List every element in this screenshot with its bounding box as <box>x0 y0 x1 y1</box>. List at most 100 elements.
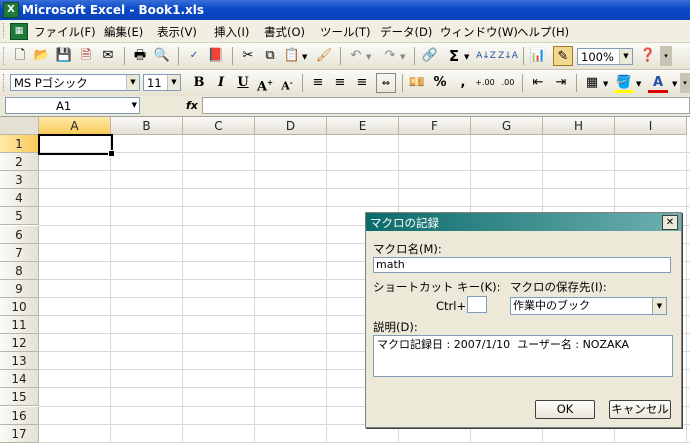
undo-icon[interactable]: ↶ <box>346 46 366 66</box>
row-header[interactable]: 11 <box>0 316 39 334</box>
column-header[interactable]: G <box>471 117 543 135</box>
redo-dropdown-icon[interactable]: ▼ <box>400 53 405 61</box>
row-header[interactable]: 4 <box>0 189 39 208</box>
font-color-icon[interactable]: A <box>648 73 668 93</box>
select-all-corner[interactable] <box>0 117 39 135</box>
row-header[interactable]: 16 <box>0 406 39 425</box>
workbook-icon[interactable]: ▦ <box>10 23 28 40</box>
menu-edit[interactable]: 編集(E) <box>104 24 143 40</box>
column-header[interactable]: A <box>39 117 111 135</box>
close-icon[interactable]: ✕ <box>662 215 678 230</box>
ok-button[interactable]: OK <box>535 400 595 419</box>
autosum-icon[interactable]: Σ <box>444 46 464 66</box>
font-size-select[interactable]: 11 ▼ <box>143 74 181 91</box>
toolbar-options-icon[interactable]: ▾ <box>660 46 672 66</box>
row-header[interactable]: 9 <box>0 279 39 298</box>
italic-icon[interactable]: I <box>211 73 231 93</box>
font-name-select[interactable]: MS Pゴシック ▼ <box>10 74 140 91</box>
save-icon[interactable]: 💾 <box>54 46 74 66</box>
fill-color-icon[interactable]: 🪣 <box>614 73 634 93</box>
email-icon[interactable]: ✉ <box>98 46 118 66</box>
paste-icon[interactable]: 📋 <box>282 46 302 66</box>
cut-icon[interactable]: ✂ <box>238 46 258 66</box>
toolbar-grip[interactable] <box>3 47 7 65</box>
zoom-select[interactable]: 100% ▼ <box>577 48 633 65</box>
row-header[interactable]: 8 <box>0 261 39 280</box>
row-header[interactable]: 7 <box>0 243 39 262</box>
column-header[interactable]: E <box>327 117 399 135</box>
format-painter-icon[interactable]: 🖌 <box>314 46 334 66</box>
menu-data[interactable]: データ(D) <box>380 24 432 40</box>
permission-icon[interactable]: 🗎 <box>76 46 96 66</box>
menu-insert[interactable]: 挿入(I) <box>214 24 249 40</box>
row-header[interactable]: 2 <box>0 153 39 172</box>
fill-handle[interactable] <box>108 150 115 158</box>
undo-dropdown-icon[interactable]: ▼ <box>366 53 371 61</box>
row-header[interactable]: 17 <box>0 424 39 443</box>
name-box[interactable]: A1 ▼ <box>5 97 140 114</box>
redo-icon[interactable]: ↷ <box>380 46 400 66</box>
row-header[interactable]: 10 <box>0 297 39 316</box>
percent-icon[interactable]: % <box>430 73 450 93</box>
shortcut-key-input[interactable] <box>467 296 487 313</box>
toolbar-grip[interactable] <box>3 74 7 92</box>
print-preview-icon[interactable]: 🔍 <box>152 46 172 66</box>
column-header[interactable]: F <box>399 117 471 135</box>
spelling-icon[interactable]: ✓ <box>184 46 204 66</box>
research-icon[interactable]: 📕 <box>206 46 226 66</box>
dialog-title-bar[interactable]: マクロの記録 ✕ <box>366 213 681 231</box>
comma-style-icon[interactable]: , <box>453 73 473 93</box>
currency-icon[interactable]: 💴 <box>407 73 427 93</box>
borders-dropdown-icon[interactable]: ▼ <box>603 80 608 88</box>
column-header[interactable]: B <box>111 117 183 135</box>
insert-function-icon[interactable]: fx <box>186 99 198 112</box>
menu-grip[interactable] <box>3 23 7 38</box>
formula-input[interactable] <box>202 97 690 114</box>
chart-wizard-icon[interactable]: 📊 <box>528 46 548 66</box>
column-header[interactable]: I <box>615 117 687 135</box>
row-header[interactable]: 6 <box>0 225 39 244</box>
autosum-dropdown-icon[interactable]: ▼ <box>464 53 469 61</box>
menu-help[interactable]: ヘルプ(H) <box>517 24 569 40</box>
row-header[interactable]: 15 <box>0 388 39 407</box>
menu-file[interactable]: ファイル(F) <box>34 24 96 40</box>
menu-view[interactable]: 表示(V) <box>157 24 197 40</box>
borders-icon[interactable]: ▦ <box>582 73 602 93</box>
font-color-dropdown-icon[interactable]: ▼ <box>672 80 677 88</box>
print-icon[interactable]: 🖶 <box>130 46 150 66</box>
hyperlink-icon[interactable]: 🔗 <box>420 46 440 66</box>
increase-decimal-icon[interactable]: +.00 <box>475 73 495 93</box>
row-header[interactable]: 3 <box>0 171 39 190</box>
align-left-icon[interactable]: ≡ <box>308 73 328 93</box>
new-icon[interactable]: 🗋 <box>10 46 30 66</box>
help-icon[interactable]: ❓ <box>638 46 658 66</box>
copy-icon[interactable]: ⧉ <box>260 46 280 66</box>
macro-name-input[interactable]: math <box>373 257 671 273</box>
row-header[interactable]: 12 <box>0 334 39 353</box>
align-right-icon[interactable]: ≡ <box>352 73 372 93</box>
open-icon[interactable]: 📂 <box>32 46 52 66</box>
sort-descending-icon[interactable]: Z↓A <box>498 46 518 66</box>
active-cell[interactable] <box>38 134 113 156</box>
toolbar-options-icon[interactable]: ▾ <box>680 73 690 93</box>
menu-window[interactable]: ウィンドウ(W) <box>440 24 518 40</box>
underline-icon[interactable]: U <box>233 73 253 93</box>
font-shrink-icon[interactable]: A- <box>277 73 297 93</box>
menu-tools[interactable]: ツール(T) <box>320 24 371 40</box>
row-header[interactable]: 13 <box>0 352 39 371</box>
align-center-icon[interactable]: ≡ <box>330 73 350 93</box>
row-header[interactable]: 5 <box>0 207 39 226</box>
column-header[interactable]: C <box>183 117 255 135</box>
paste-dropdown-icon[interactable]: ▼ <box>302 53 307 61</box>
row-header[interactable]: 14 <box>0 370 39 389</box>
description-textarea[interactable]: マクロ記録日 : 2007/1/10 ユーザー名 : NOZAKA <box>373 335 673 377</box>
increase-indent-icon[interactable]: ⇥ <box>551 73 571 93</box>
font-grow-icon[interactable]: A+ <box>255 73 275 94</box>
sort-ascending-icon[interactable]: A↓Z <box>476 46 496 66</box>
drawing-icon[interactable]: ✎ <box>553 46 573 66</box>
decrease-indent-icon[interactable]: ⇤ <box>528 73 548 93</box>
row-header[interactable]: 1 <box>0 135 39 153</box>
bold-icon[interactable]: B <box>189 73 209 93</box>
menu-format[interactable]: 書式(O) <box>264 24 305 40</box>
fill-color-dropdown-icon[interactable]: ▼ <box>636 80 641 88</box>
